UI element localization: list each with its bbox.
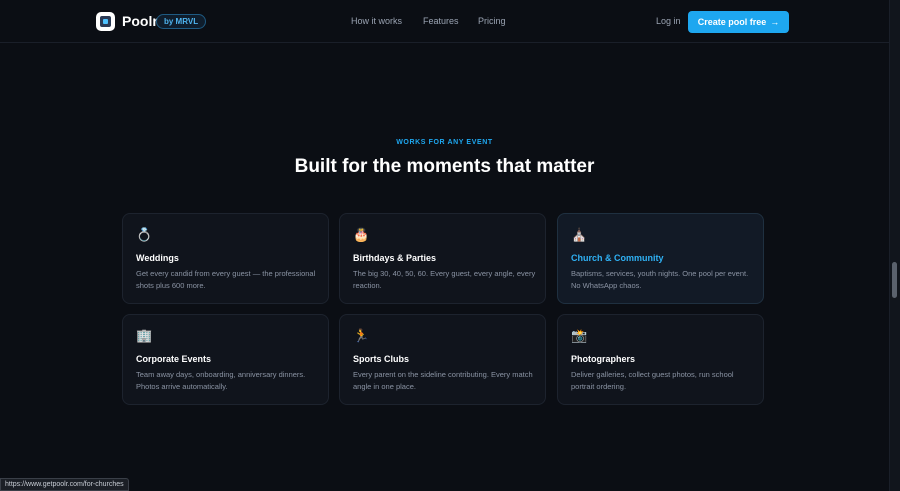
- section-title: Built for the moments that matter: [294, 156, 595, 177]
- cake-icon: 🎂: [353, 228, 370, 243]
- card-description: Deliver galleries, collect guest photos,…: [571, 370, 734, 391]
- office-building-icon: 🏢: [136, 329, 153, 344]
- login-link[interactable]: Log in: [656, 16, 681, 27]
- card-description: The big 30, 40, 50, 60. Every guest, eve…: [353, 269, 536, 290]
- card-title: Photographers: [571, 354, 636, 364]
- card-description: Team away days, onboarding, anniversary …: [136, 370, 306, 391]
- card-title: Church & Community: [571, 253, 664, 263]
- event-card-sports[interactable]: 🏃 Sports Clubs Every parent on the sidel…: [339, 314, 546, 405]
- scrollbar-thumb[interactable]: [892, 262, 897, 298]
- card-title: Sports Clubs: [353, 354, 410, 364]
- poolr-logo-icon[interactable]: [96, 12, 115, 31]
- card-title: Birthdays & Parties: [353, 253, 437, 263]
- event-card-corporate[interactable]: 🏢 Corporate Events Team away days, onboa…: [122, 314, 329, 405]
- church-icon: ⛪: [571, 228, 588, 243]
- card-title: Corporate Events: [136, 354, 212, 364]
- card-description: Get every candid from every guest — the …: [136, 269, 316, 290]
- create-pool-button[interactable]: Create pool free →: [688, 11, 789, 33]
- nav-link-how-it-works[interactable]: How it works: [351, 16, 402, 27]
- event-card-church[interactable]: ⛪ Church & Community Baptisms, services,…: [557, 213, 764, 304]
- status-bar-url: https://www.getpoolr.com/for-churches: [0, 478, 129, 491]
- event-card-birthdays[interactable]: 🎂 Birthdays & Parties The big 30, 40, 50…: [339, 213, 546, 304]
- card-title: Weddings: [136, 253, 179, 263]
- event-card-photographers[interactable]: 📸 Photographers Deliver galleries, colle…: [557, 314, 764, 405]
- card-description: Baptisms, services, youth nights. One po…: [571, 269, 749, 290]
- runner-icon: 🏃: [353, 329, 370, 344]
- nav-link-features[interactable]: Features: [423, 16, 459, 27]
- camera-flash-icon: 📸: [571, 329, 588, 344]
- brand-badge: by MRVL: [156, 14, 207, 29]
- brand-name[interactable]: Poolr: [122, 13, 158, 30]
- section-eyebrow: WORKS FOR ANY EVENT: [396, 139, 493, 146]
- ring-icon: 💍: [136, 228, 153, 243]
- card-description: Every parent on the sideline contributin…: [353, 370, 533, 391]
- top-navbar: Poolr by MRVL How it works Features Pric…: [0, 0, 889, 43]
- arrow-right-icon: →: [770, 17, 780, 27]
- scrollbar-track[interactable]: [889, 0, 900, 491]
- event-card-weddings[interactable]: 💍 Weddings Get every candid from every g…: [122, 213, 329, 304]
- create-pool-label: Create pool free: [697, 17, 767, 27]
- nav-link-pricing[interactable]: Pricing: [478, 16, 506, 27]
